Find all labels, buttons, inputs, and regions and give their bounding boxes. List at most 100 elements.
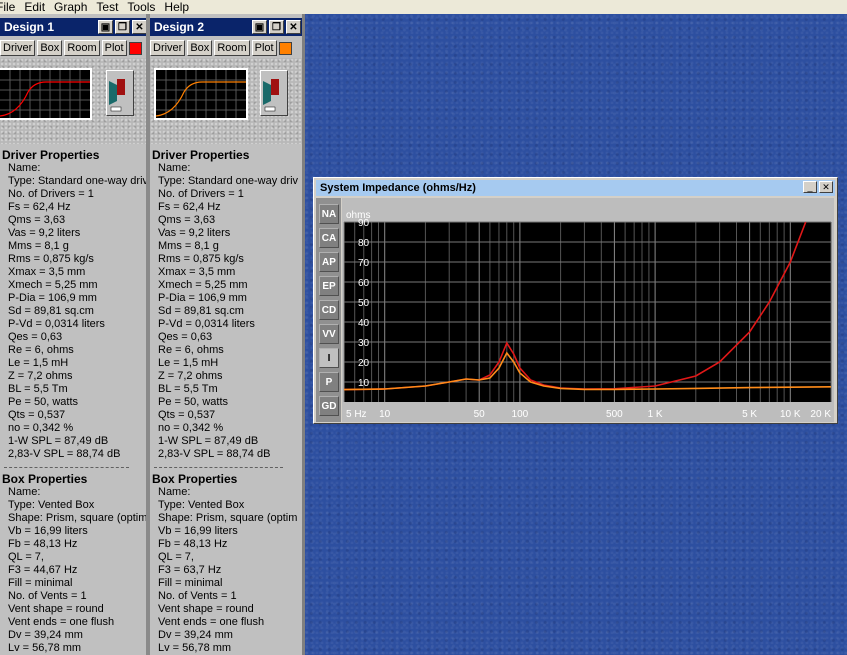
design-2-panel: Design 2 ▣ ❐ ✕ Driver Box Room Plot Driver Prope… xyxy=(150,14,303,655)
property-line: QL = 7, xyxy=(8,551,44,563)
menu-test[interactable]: Test xyxy=(96,0,127,14)
property-line: Fb = 48,13 Hz xyxy=(8,538,78,550)
tab-driver[interactable]: Driver xyxy=(0,40,36,56)
x-tick-label: 1 K xyxy=(648,409,663,420)
x-tick-label: 100 xyxy=(512,409,529,420)
response-thumbnail[interactable] xyxy=(0,68,92,120)
graph-button-gd[interactable]: GD xyxy=(319,396,339,416)
graph-button-ep[interactable]: EP xyxy=(319,276,339,296)
box-properties-header: Box Properties xyxy=(2,472,88,486)
property-line: QL = 7, xyxy=(158,551,194,563)
x-tick-label: 10 xyxy=(379,409,391,420)
copy-button[interactable]: ❐ xyxy=(115,20,130,34)
property-line: F3 = 63,7 Hz xyxy=(158,564,222,576)
property-line: Mms = 8,1 g xyxy=(8,240,69,252)
box-properties-header: Box Properties xyxy=(152,472,238,486)
property-line: no = 0,342 % xyxy=(158,422,224,434)
minimize-button[interactable]: _ xyxy=(803,181,817,193)
graph-button-i[interactable]: I xyxy=(319,348,339,368)
property-line: Shape: Prism, square (optim xyxy=(8,512,148,524)
graph-button-cd[interactable]: CD xyxy=(319,300,339,320)
property-line: Vb = 16,99 liters xyxy=(158,525,238,537)
menu-file[interactable]: File xyxy=(0,0,24,14)
tab-box[interactable]: Box xyxy=(187,40,213,56)
plot-color-swatch[interactable] xyxy=(128,42,142,55)
menu-tools[interactable]: Tools xyxy=(127,0,164,14)
close-button[interactable]: ✕ xyxy=(132,20,147,34)
tab-plot[interactable]: Plot xyxy=(251,40,277,56)
property-line: Type: Vented Box xyxy=(158,499,245,511)
close-button[interactable]: ✕ xyxy=(819,181,833,193)
design-titlebar: Design 2 ▣ ❐ ✕ xyxy=(150,18,303,36)
properties-list: Driver Properties Name: Type: Standard one… xyxy=(150,144,303,655)
design-tabs: Driver Box Room Plot xyxy=(0,40,149,56)
property-line: Fs = 62,4 Hz xyxy=(8,201,71,213)
property-line: 2,83-V SPL = 88,74 dB xyxy=(8,448,121,460)
property-line: Qts = 0,537 xyxy=(8,409,66,421)
x-tick-label: 5 Hz xyxy=(346,409,367,420)
graph-button-na[interactable]: NA xyxy=(319,204,339,224)
graph-button-ca[interactable]: CA xyxy=(319,228,339,248)
speaker-icon[interactable] xyxy=(260,70,288,116)
property-line: Qes = 0,63 xyxy=(158,331,213,343)
property-line: Fb = 48,13 Hz xyxy=(158,538,228,550)
property-line: Lv = 56,78 mm xyxy=(158,642,232,654)
property-line: 1-W SPL = 87,49 dB xyxy=(158,435,259,447)
plot-color-swatch[interactable] xyxy=(278,42,292,55)
property-line: Le = 1,5 mH xyxy=(8,357,69,369)
property-line: Name: xyxy=(158,162,191,174)
tab-room[interactable]: Room xyxy=(214,40,250,56)
section-divider xyxy=(4,467,129,468)
property-line: P-Dia = 106,9 mm xyxy=(8,292,97,304)
menu-edit[interactable]: Edit xyxy=(24,0,54,14)
pane-divider[interactable] xyxy=(302,14,305,655)
properties-list: Driver Properties Name: Type: Standard one… xyxy=(0,144,149,655)
y-tick-label: 20 xyxy=(358,358,370,369)
property-line: Vent ends = one flush xyxy=(158,616,265,628)
property-line: Vb = 16,99 liters xyxy=(8,525,88,537)
driver-properties-header: Driver Properties xyxy=(152,148,250,162)
save-button[interactable]: ▣ xyxy=(252,20,267,34)
y-tick-label: 40 xyxy=(358,318,370,329)
tab-driver[interactable]: Driver xyxy=(150,40,186,56)
menu-graph[interactable]: Graph xyxy=(54,0,96,14)
property-line: Xmech = 5,25 mm xyxy=(158,279,248,291)
property-line: no = 0,342 % xyxy=(8,422,74,434)
property-line: Vas = 9,2 liters xyxy=(8,227,81,239)
graph-button-ap[interactable]: AP xyxy=(319,252,339,272)
x-tick-label: 5 K xyxy=(742,409,757,420)
section-divider xyxy=(154,467,283,468)
property-line: Name: xyxy=(8,162,41,174)
property-line: No. of Vents = 1 xyxy=(158,590,237,602)
response-thumbnail[interactable] xyxy=(154,68,248,120)
property-line: Qes = 0,63 xyxy=(8,331,63,343)
close-button[interactable]: ✕ xyxy=(286,20,301,34)
copy-button[interactable]: ❐ xyxy=(269,20,284,34)
property-line: P-Vd = 0,0314 liters xyxy=(8,318,105,330)
y-tick-label: 50 xyxy=(358,298,370,309)
y-tick-label: 60 xyxy=(358,278,370,289)
property-line: Shape: Prism, square (optim xyxy=(158,512,298,524)
tab-box[interactable]: Box xyxy=(37,40,63,56)
property-line: No. of Drivers = 1 xyxy=(8,188,94,200)
graph-type-toolbar: NA CA AP EP CD VV I P GD xyxy=(316,198,341,422)
x-tick-label: 50 xyxy=(474,409,486,420)
tab-plot[interactable]: Plot xyxy=(101,40,127,56)
property-line: Vent ends = one flush xyxy=(8,616,115,628)
graph-button-vv[interactable]: VV xyxy=(319,324,339,344)
system-impedance-window: System Impedance (ohms/Hz) _ ✕ NA CA AP EP C… xyxy=(313,177,838,424)
property-line: Type: Vented Box xyxy=(8,499,95,511)
speaker-icon[interactable] xyxy=(106,70,134,116)
property-line: Rms = 0,875 kg/s xyxy=(8,253,94,265)
design-tabs: Driver Box Room Plot xyxy=(150,40,303,56)
property-line: Z = 7,2 ohms xyxy=(8,370,73,382)
property-line: Fs = 62,4 Hz xyxy=(158,201,221,213)
y-axis-unit: ohms xyxy=(346,210,370,221)
tab-room[interactable]: Room xyxy=(64,40,100,56)
save-button[interactable]: ▣ xyxy=(98,20,113,34)
graph-button-p[interactable]: P xyxy=(319,372,339,392)
property-line: Xmax = 3,5 mm xyxy=(8,266,86,278)
driver-properties-header: Driver Properties xyxy=(2,148,100,162)
menu-help[interactable]: Help xyxy=(164,0,198,14)
property-line: Name: xyxy=(8,486,41,498)
